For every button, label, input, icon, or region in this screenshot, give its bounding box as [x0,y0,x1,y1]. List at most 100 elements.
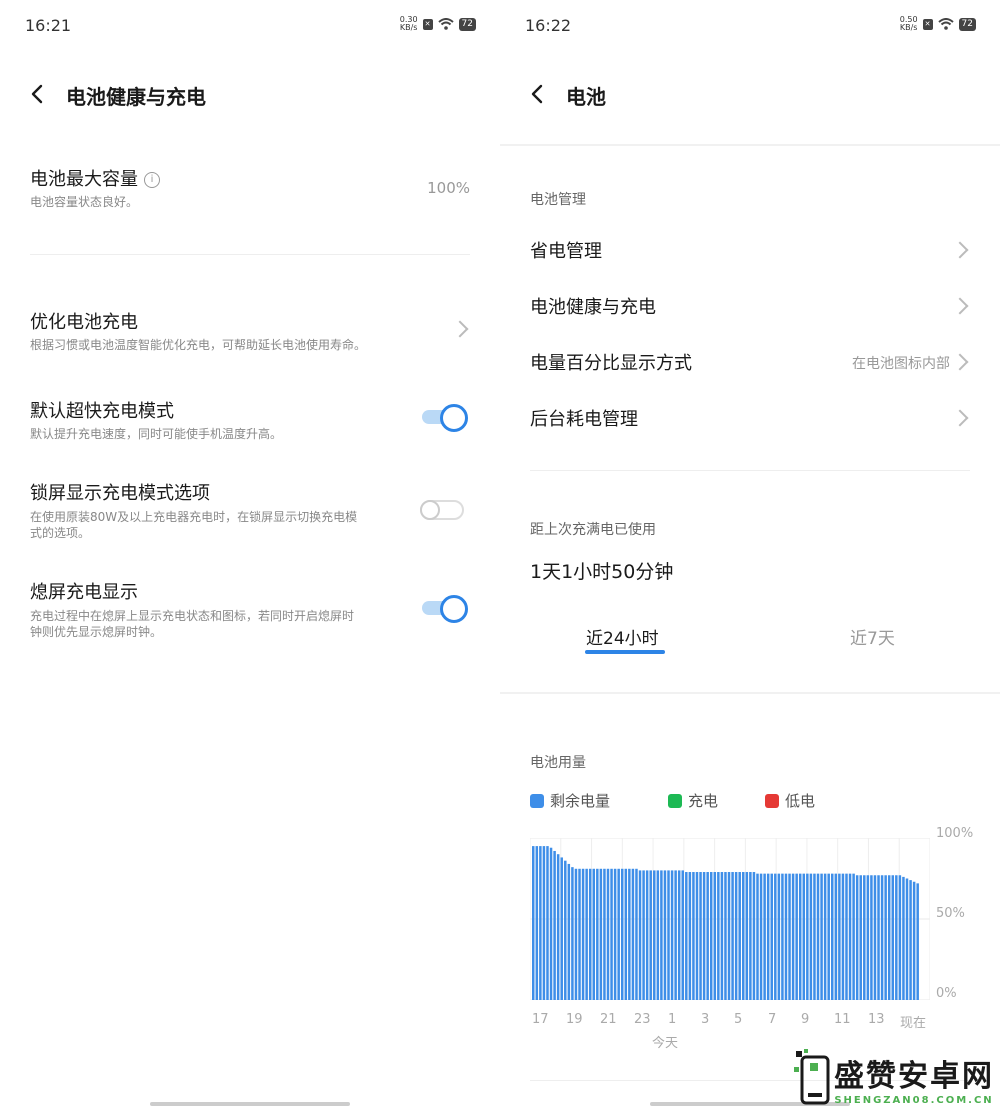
chart-bar [542,846,546,1000]
page-title: 电池 [566,85,606,109]
chart-bar [912,881,916,1000]
chart-bar [806,873,809,1000]
chart-bar [884,875,887,1000]
watermark: 盛赞安卓网 SHENGZAN08.COM.CN [794,1049,994,1107]
section-label-battery-manage: 电池管理 [530,192,586,208]
chart-bar [613,868,617,1000]
divider [30,254,470,255]
chart-bar [909,880,912,1000]
y-tick-label: 0% [936,986,957,1001]
watermark-url: SHENGZAN08.COM.CN [834,1094,994,1106]
chart-bar [564,860,567,1000]
aod-charge-desc: 充电过程中在熄屏上显示充电状态和图标，若同时开启熄屏时 [30,609,355,623]
chart-bar [852,873,855,1000]
chart-bar [546,846,549,1000]
chart-bar [838,873,841,1000]
chart-bar [766,873,770,1000]
chart-bar [809,873,813,1000]
chart-bar [688,872,692,1000]
superfast-charge-desc: 默认提升充电速度，同时可能使手机温度升高。 [30,427,283,441]
lockscreen-charge-options-title: 锁屏显示充电模式选项 [30,483,210,504]
home-indicator[interactable] [150,1102,350,1106]
menu-item-background-power[interactable]: 后台耗电管理 [500,397,1000,437]
legend-swatch [765,793,779,808]
back-arrow-icon[interactable] [528,84,548,104]
battery-capacity-desc: 电池容量状态良好。 [30,195,139,209]
back-arrow-icon[interactable] [28,84,48,104]
since-full-charge-label: 距上次充满电已使用 [530,522,656,538]
superfast-charge-title: 默认超快充电模式 [30,401,174,422]
chart-bar [631,868,635,1000]
aod-charge-toggle[interactable] [420,595,468,623]
tab-7-days[interactable]: 近7天 [850,624,895,649]
tab-24-hours[interactable]: 近24小时 [586,624,659,649]
chart-bar [795,873,798,1000]
chart-bar [905,878,909,1000]
menu-item-power-saving[interactable]: 省电管理 [500,229,1000,269]
chart-bar [535,846,539,1000]
info-icon[interactable]: i [144,172,160,188]
wifi-icon [937,18,954,30]
aod-charge-desc-2: 钟则优先显示熄屏时钟。 [30,625,163,639]
chart-bar [759,873,763,1000]
x-tick-label: 7 [768,1012,777,1027]
chart-bar [656,870,660,1000]
legend-label: 剩余电量 [550,792,611,810]
chart-bar [887,875,891,1000]
lockscreen-charge-options-toggle[interactable] [418,497,466,523]
header: 电池 [500,78,1000,112]
net-speed: 0.50 KB/s [899,15,918,32]
sim-icon: ✕ [422,18,433,30]
chart-bar [610,868,613,1000]
y-tick-label: 50% [936,906,965,921]
wifi-icon [437,18,454,30]
chart-bar [816,873,820,1000]
chevron-right-icon [951,409,969,427]
divider [500,692,1000,694]
divider [500,144,1000,146]
chart-bar [677,870,681,1000]
chart-bar [781,873,784,1000]
y-tick-label: 100% [936,826,974,841]
chart-bar [681,870,684,1000]
battery-icon: 72 [958,17,976,31]
chart-bar [770,873,773,1000]
x-tick-label: 19 [566,1012,583,1027]
x-tick-label: 17 [532,1012,549,1027]
chart-bar [638,870,642,1000]
menu-item-battery-health[interactable]: 电池健康与充电 [500,285,1000,325]
battery-screen: 16:22 0.50 KB/s ✕ 72 电池 电池管理 省电管理 电池健康与充电… [500,0,1000,1111]
chart-bar [731,872,734,1000]
divider [530,470,970,471]
menu-item-label: 省电管理 [530,241,602,262]
chart-bar [848,873,852,1000]
x-tick-label: 11 [834,1012,851,1027]
chart-bar [645,870,649,1000]
chart-bar [841,873,845,1000]
chart-bar [820,873,823,1000]
x-tick-label: 5 [734,1012,743,1027]
since-full-charge-value: 1天1小时50分钟 [530,561,674,583]
chart-bar [660,870,663,1000]
chart-bar [706,872,709,1000]
menu-item-percentage-display[interactable]: 电量百分比显示方式 在电池图标内部 [500,341,1000,381]
battery-usage-label: 电池用量 [530,755,586,771]
lockscreen-charge-options-desc: 在使用原装80W及以上充电器充电时，在锁屏显示切换充电模 [30,510,358,524]
chart-bar [574,868,578,1000]
superfast-charge-toggle[interactable] [420,404,468,432]
chart-bar [916,883,919,1000]
chart-bar [692,872,695,1000]
menu-item-label: 电量百分比显示方式 [530,353,692,374]
battery-health-screen: 16:21 0.30 KB/s ✕ 72 电池健康与充电 电池最大容量 i 电池容量… [0,0,500,1111]
chart-bar [749,872,752,1000]
chart-bar [667,870,670,1000]
chart-bar [556,854,560,1000]
chart-bar [745,872,749,1000]
chart-bar [592,868,596,1000]
chart-bar [898,875,902,1000]
chart-bar [617,868,620,1000]
chart-bar [802,873,806,1000]
chart-bar [742,872,745,1000]
battery-icon: 72 [458,17,476,31]
chart-bar [855,875,859,1000]
